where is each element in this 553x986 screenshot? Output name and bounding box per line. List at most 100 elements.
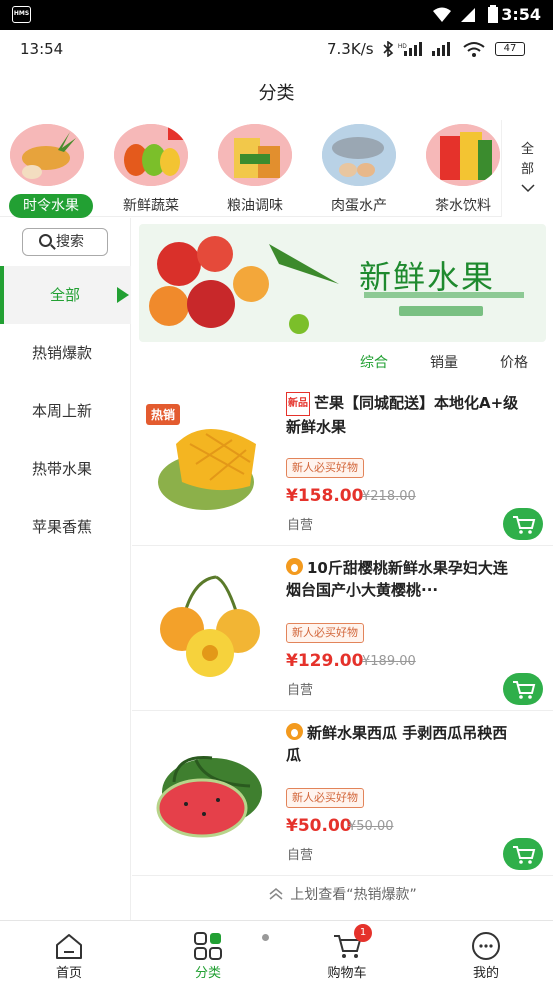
swipe-hint-text: 上划查看“热销爆款” <box>290 887 417 903</box>
shipping-label: 自营 <box>287 518 314 533</box>
sidebar-item-all[interactable]: 全部 <box>0 266 131 324</box>
product-name: 新鲜水果西瓜 手剥西瓜吊秧西瓜 <box>286 722 522 766</box>
add-to-cart-button[interactable] <box>503 673 543 705</box>
product-card[interactable]: 10斤甜樱桃新鲜水果孕妇大连烟台国产小大黄樱桃··· 新人必买好物 ¥129.0… <box>132 547 553 711</box>
hms-icon: HMS <box>12 6 31 23</box>
double-chevron-up-icon <box>269 888 283 900</box>
tab-category[interactable]: 分类 <box>163 921 253 986</box>
category-meat-eggs-seafood[interactable]: 肉蛋水产 <box>312 124 406 216</box>
tab-label: 首页 <box>55 966 82 981</box>
product-name: 10斤甜樱桃新鲜水果孕妇大连烟台国产小大黄樱桃··· <box>286 557 522 601</box>
banner-sub-badge <box>399 306 483 316</box>
svg-text:HD: HD <box>398 44 407 50</box>
product-old-price: ¥50.00 <box>348 819 394 834</box>
signal-icon <box>461 8 475 22</box>
add-to-cart-button[interactable] <box>503 838 543 870</box>
category-vegetables[interactable]: 新鲜蔬菜 <box>104 124 198 216</box>
cherry-image <box>160 575 260 677</box>
shipping-label: 自营 <box>287 683 314 698</box>
product-name: 新品 芒果【同城配送】本地化A+级新鲜水果 <box>286 392 522 438</box>
product-price: ¥50.00 <box>286 816 352 836</box>
new-badge: 新品 <box>286 392 310 416</box>
triangle-right-icon <box>117 287 129 303</box>
app-status-bar: 13:54 7.3K/s HD 47 <box>0 30 553 68</box>
signal-hd-icon: HD <box>398 42 422 56</box>
product-name-text: 10斤甜樱桃新鲜水果孕妇大连烟台国产小大黄樱桃··· <box>286 559 508 599</box>
sidebar: 搜索 全部 热销爆款 本周上新 热带水果 苹果香蕉 <box>0 218 131 920</box>
cart-icon <box>513 681 536 699</box>
category-image <box>10 124 84 186</box>
profile-face-icon <box>472 932 500 960</box>
sidebar-item-label: 全部 <box>50 286 81 304</box>
signal-icon-2 <box>432 42 450 56</box>
all-label-top: 全 <box>520 142 534 157</box>
swipe-up-hint[interactable]: 上划查看“热销爆款” <box>132 876 553 914</box>
sort-sales[interactable]: 销量 <box>430 352 458 372</box>
sidebar-item-apple-banana[interactable]: 苹果香蕉 <box>0 498 131 556</box>
product-name-text: 新鲜水果西瓜 手剥西瓜吊秧西瓜 <box>286 724 508 764</box>
category-image <box>218 124 292 186</box>
product-card[interactable]: 热销 新品 芒果【同城配送】本地化A+级新鲜水果 新人必买好物 ¥158.00 ¥… <box>132 382 553 546</box>
tab-label: 分类 <box>194 966 221 981</box>
category-label: 粮油调味 <box>227 198 283 214</box>
sidebar-item-label: 本周上新 <box>32 402 93 420</box>
sort-price[interactable]: 价格 <box>500 352 528 372</box>
category-image <box>114 124 188 186</box>
category-label: 时令水果 <box>9 194 93 218</box>
fruit-banner-image <box>149 236 339 334</box>
product-price: ¥158.00 <box>286 486 364 506</box>
sidebar-item-tropical[interactable]: 热带水果 <box>0 440 131 498</box>
category-label: 茶水饮料 <box>435 198 491 214</box>
product-card[interactable]: 新鲜水果西瓜 手剥西瓜吊秧西瓜 新人必买好物 ¥50.00 ¥50.00 自营 <box>132 712 553 876</box>
all-categories-button[interactable]: 全 部 <box>501 120 553 217</box>
category-image <box>426 124 500 186</box>
sort-comprehensive[interactable]: 综合 <box>360 352 388 372</box>
network-speed: 7.3K/s <box>327 40 374 58</box>
bluetooth-icon <box>383 41 394 57</box>
product-old-price: ¥218.00 <box>362 489 416 504</box>
all-label-bottom: 部 <box>520 162 534 177</box>
page-title: 分类 <box>258 83 295 104</box>
promo-banner[interactable]: 新鲜水果 <box>139 224 546 342</box>
category-row: 时令水果 新鲜蔬菜 粮油调味 肉蛋水产 茶水饮料 全 部 <box>0 120 553 218</box>
product-old-price: ¥189.00 <box>362 654 416 669</box>
product-name-text: 芒果【同城配送】本地化A+级新鲜水果 <box>286 394 519 436</box>
hot-badge: 热销 <box>146 404 181 425</box>
bottom-tab-bar: 首页 分类 1 购物车 我的 <box>0 920 553 985</box>
sidebar-item-label: 苹果香蕉 <box>32 518 93 536</box>
category-seasonal-fruit[interactable]: 时令水果 <box>0 124 94 218</box>
search-icon <box>39 234 52 247</box>
battery-level: 47 <box>495 42 525 56</box>
cart-icon <box>513 846 536 864</box>
home-icon <box>56 934 82 959</box>
sidebar-item-hot[interactable]: 热销爆款 <box>0 324 131 382</box>
category-image <box>322 124 396 186</box>
category-label: 肉蛋水产 <box>331 198 387 214</box>
sidebar-item-new-this-week[interactable]: 本周上新 <box>0 382 131 440</box>
wifi-status-icon <box>463 42 485 57</box>
search-label: 搜索 <box>56 234 84 250</box>
product-price: ¥129.00 <box>286 651 364 671</box>
tab-home[interactable]: 首页 <box>24 921 114 986</box>
battery-icon <box>488 5 498 23</box>
tab-label: 我的 <box>472 966 499 981</box>
fire-icon <box>286 558 303 575</box>
category-label: 新鲜蔬菜 <box>123 198 179 214</box>
category-grain-oil[interactable]: 粮油调味 <box>208 124 302 216</box>
wifi-icon <box>433 7 451 22</box>
watermelon-image <box>156 756 262 838</box>
add-to-cart-button[interactable] <box>503 508 543 540</box>
tab-label: 购物车 <box>327 966 367 981</box>
system-time: 3:54 <box>501 5 541 24</box>
search-button[interactable]: 搜索 <box>22 228 108 256</box>
cart-count-badge: 1 <box>354 924 372 942</box>
app-time: 13:54 <box>20 40 64 58</box>
category-tea-drinks[interactable]: 茶水饮料 <box>416 124 510 216</box>
cart-icon <box>513 516 536 534</box>
tab-mine[interactable]: 我的 <box>441 921 531 986</box>
tab-cart[interactable]: 1 购物车 <box>302 921 392 986</box>
indicator-dot <box>262 934 269 941</box>
sidebar-item-label: 热销爆款 <box>32 344 93 362</box>
system-status-bar: HMS 3:54 <box>0 0 553 30</box>
sidebar-item-label: 热带水果 <box>32 460 93 478</box>
